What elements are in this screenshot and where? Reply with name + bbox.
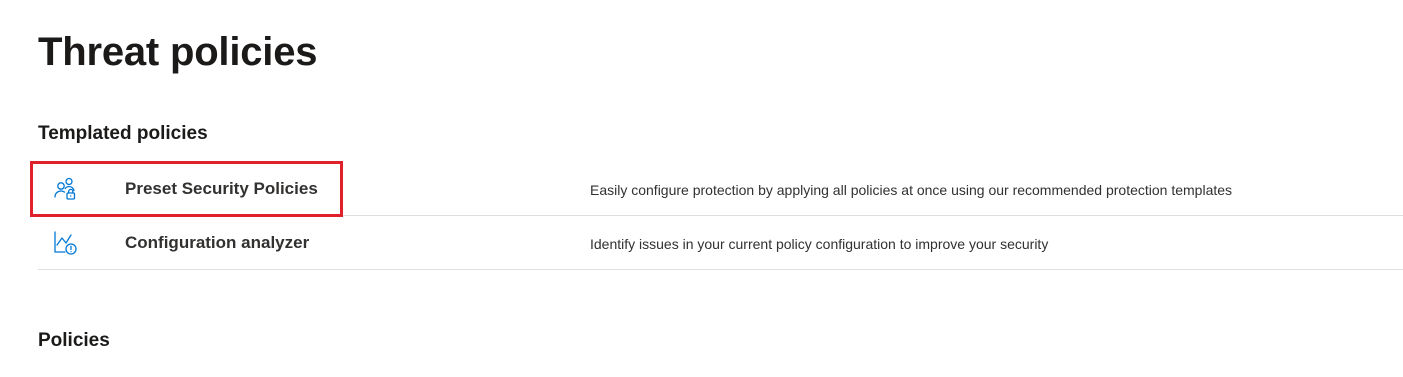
chart-alert-icon [52,230,78,256]
user-lock-icon [52,176,78,202]
policy-row-preset-security-policies[interactable]: Preset Security Policies Easily configur… [38,162,1403,216]
templated-policies-heading: Templated policies [38,123,208,144]
policy-row-configuration-analyzer[interactable]: Configuration analyzer Identify issues i… [38,216,1403,270]
page-title: Threat policies [38,30,318,74]
threat-policies-page: Threat policies Templated policies Prese… [0,0,1403,377]
policy-name: Configuration analyzer [125,233,310,252]
policy-description: Identify issues in your current policy c… [590,236,1049,252]
templated-policies-list: Preset Security Policies Easily configur… [38,162,1403,270]
policy-description: Easily configure protection by applying … [590,182,1233,198]
policies-heading: Policies [38,330,110,351]
policy-name: Preset Security Policies [125,179,318,198]
